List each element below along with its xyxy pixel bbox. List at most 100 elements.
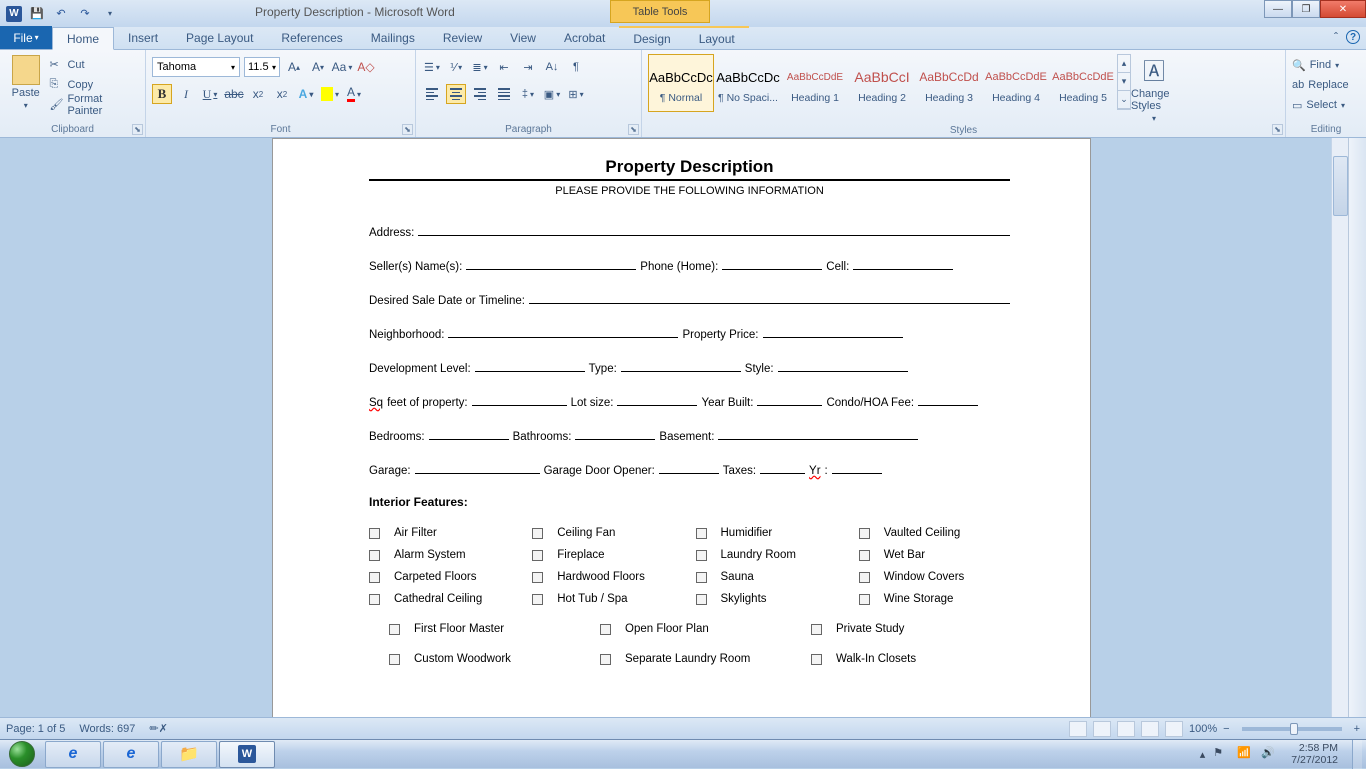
checkbox[interactable] [369,572,380,583]
view-full-screen-button[interactable] [1093,721,1111,737]
checkbox[interactable] [389,654,400,665]
style-heading-2[interactable]: AaBbCcIHeading 2 [849,54,915,112]
align-right-button[interactable] [470,84,490,104]
volume-icon[interactable]: 🔊 [1261,746,1277,762]
show-desktop-button[interactable] [1352,740,1362,769]
style-gallery-scroll[interactable]: ▴▾⌄ [1117,54,1131,110]
shading-button[interactable]: ▣ [542,84,562,104]
file-tab[interactable]: File▾ [0,26,52,49]
zoom-level[interactable]: 100% [1189,723,1217,735]
tray-show-hidden-icon[interactable]: ▴ [1200,748,1206,761]
flag-icon[interactable]: ⚑ [1213,746,1229,762]
checkbox[interactable] [696,550,707,561]
style-normal[interactable]: AaBbCcDc¶ Normal [648,54,714,112]
view-web-layout-button[interactable] [1117,721,1135,737]
help-icon[interactable]: ? [1346,30,1360,44]
redo-icon[interactable]: ↷ [76,5,94,23]
shrink-font-button[interactable]: A▾ [308,57,328,77]
ruler-toggle-panel[interactable] [1348,138,1366,717]
document-page[interactable]: Property Description PLEASE PROVIDE THE … [272,138,1091,717]
view-print-layout-button[interactable] [1069,721,1087,737]
cut-button[interactable]: ✂Cut [49,56,139,74]
clear-formatting-button[interactable]: A◇ [356,57,376,77]
tab-references[interactable]: References [267,26,356,49]
bold-button[interactable]: B [152,84,172,104]
start-button[interactable] [0,740,44,769]
scroll-down-icon[interactable]: ▾ [1118,73,1130,91]
checkbox[interactable] [532,594,543,605]
taskbar-word-button[interactable]: W [219,741,275,768]
highlight-button[interactable] [320,84,340,104]
close-button[interactable]: ✕ [1320,0,1366,18]
change-styles-button[interactable]: 🄰 Change Styles▾ [1131,52,1177,123]
justify-button[interactable] [494,84,514,104]
undo-icon[interactable]: ↶ [52,5,70,23]
checkbox[interactable] [859,550,870,561]
zoom-slider-thumb[interactable] [1290,723,1298,735]
tab-review[interactable]: Review [429,26,496,49]
font-size-combo[interactable]: 11.5▾ [244,57,280,77]
status-page[interactable]: Page: 1 of 5 [6,723,65,735]
numbering-button[interactable]: ⅟ [446,57,466,77]
grow-font-button[interactable]: A▴ [284,57,304,77]
taskbar-ie-button[interactable]: e [45,741,101,768]
styles-launcher[interactable]: ⬊ [1272,124,1283,135]
scrollbar-thumb[interactable] [1333,156,1348,216]
view-outline-button[interactable] [1141,721,1159,737]
checkbox[interactable] [696,528,707,539]
checkbox[interactable] [369,594,380,605]
taskbar-clock[interactable]: 2:58 PM 7/27/2012 [1285,742,1344,766]
zoom-out-button[interactable]: − [1223,723,1229,735]
tab-insert[interactable]: Insert [114,26,172,49]
increase-indent-button[interactable]: ⇥ [518,57,538,77]
expand-gallery-icon[interactable]: ⌄ [1118,91,1130,109]
zoom-in-button[interactable]: + [1354,723,1360,735]
tab-view[interactable]: View [496,26,550,49]
minimize-button[interactable]: — [1264,0,1292,18]
checkbox[interactable] [369,550,380,561]
restore-button[interactable]: ❐ [1292,0,1320,18]
checkbox[interactable] [600,624,611,635]
style-heading-4[interactable]: AaBbCcDdEHeading 4 [983,54,1049,112]
qat-customize-icon[interactable] [100,5,118,23]
style-heading-5[interactable]: AaBbCcDdEHeading 5 [1050,54,1116,112]
view-draft-button[interactable] [1165,721,1183,737]
checkbox[interactable] [859,594,870,605]
tab-home[interactable]: Home [52,27,114,50]
checkbox[interactable] [811,624,822,635]
bullets-button[interactable]: ☰ [422,57,442,77]
save-icon[interactable]: 💾 [28,5,46,23]
font-name-combo[interactable]: Tahoma▾ [152,57,240,77]
vertical-scrollbar[interactable] [1331,138,1348,717]
show-marks-button[interactable]: ¶ [566,57,586,77]
checkbox[interactable] [811,654,822,665]
scroll-up-icon[interactable]: ▴ [1118,55,1130,73]
borders-button[interactable]: ⊞ [566,84,586,104]
font-launcher[interactable]: ⬊ [402,124,413,135]
copy-button[interactable]: ⎘Copy [49,76,139,94]
tab-layout[interactable]: Layout [685,26,749,49]
decrease-indent-button[interactable]: ⇤ [494,57,514,77]
italic-button[interactable]: I [176,84,196,104]
checkbox[interactable] [532,550,543,561]
tab-design[interactable]: Design [619,26,684,49]
format-painter-button[interactable]: 🖌Format Painter [49,96,139,114]
align-left-button[interactable] [422,84,442,104]
style-heading-3[interactable]: AaBbCcDdHeading 3 [916,54,982,112]
line-spacing-button[interactable]: ‡ [518,84,538,104]
tab-mailings[interactable]: Mailings [357,26,429,49]
checkbox[interactable] [859,572,870,583]
checkbox[interactable] [532,528,543,539]
tab-acrobat[interactable]: Acrobat [550,26,619,49]
select-button[interactable]: ▭Select▾ [1292,96,1360,114]
checkbox[interactable] [859,528,870,539]
checkbox[interactable] [369,528,380,539]
checkbox[interactable] [696,594,707,605]
checkbox[interactable] [696,572,707,583]
font-color-button[interactable]: A [344,84,364,104]
proofing-icon[interactable]: ✏✗ [149,722,167,735]
checkbox[interactable] [532,572,543,583]
style-no-spacing[interactable]: AaBbCcDc¶ No Spaci... [715,54,781,112]
strikethrough-button[interactable]: abc [224,84,244,104]
style-gallery[interactable]: AaBbCcDc¶ Normal AaBbCcDc¶ No Spaci... A… [648,52,1131,123]
